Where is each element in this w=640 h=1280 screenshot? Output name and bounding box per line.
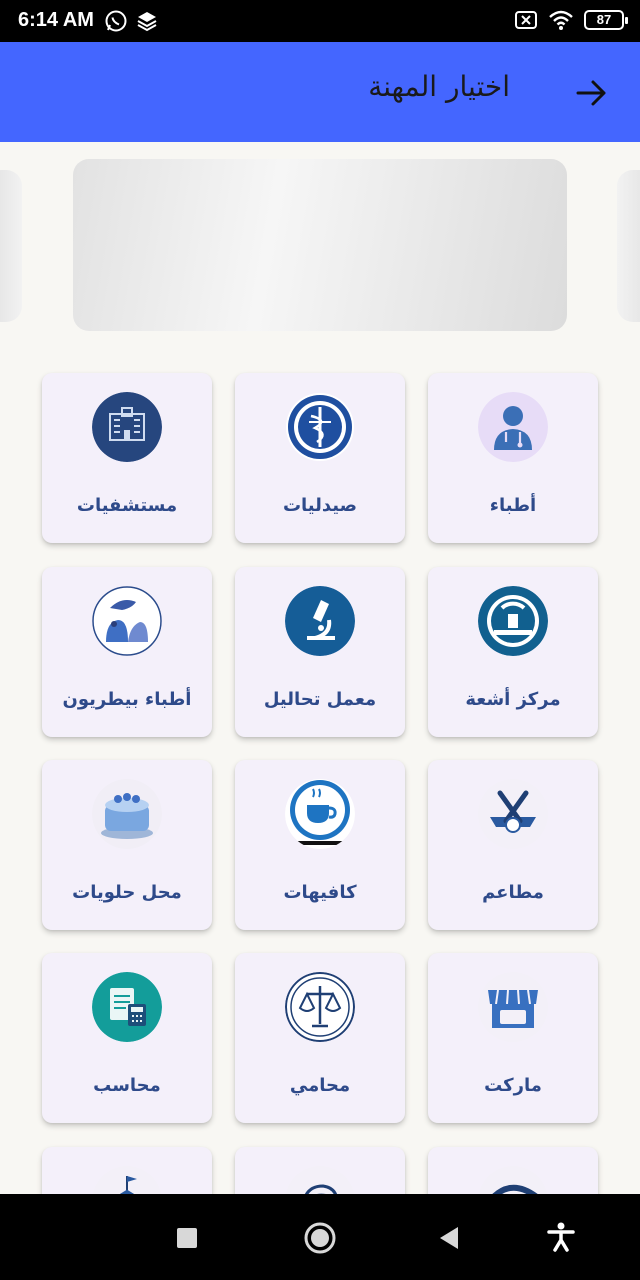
category-label: مركز أشعة xyxy=(465,689,561,710)
restaurant-icon xyxy=(478,779,548,849)
category-card-pharmacies[interactable]: صيدليات xyxy=(235,373,405,543)
coffee-cup-icon xyxy=(285,779,355,849)
category-label: أطباء بيطريون xyxy=(62,689,192,710)
school-icon xyxy=(92,1166,162,1194)
radiology-icon xyxy=(478,586,548,656)
scales-of-justice-icon xyxy=(285,972,355,1042)
wave-icon xyxy=(478,1166,548,1194)
system-nav-bar xyxy=(0,1194,640,1280)
category-label: محاسب xyxy=(93,1075,161,1096)
category-label: ماركت xyxy=(484,1075,542,1096)
category-label: معمل تحاليل xyxy=(263,689,377,710)
category-card-veterinarians[interactable]: أطباء بيطريون xyxy=(42,567,212,737)
category-card-doctors[interactable]: أطباء xyxy=(428,373,598,543)
category-label: صيدليات xyxy=(282,495,358,516)
recent-apps-icon[interactable] xyxy=(176,1227,198,1249)
category-label: مستشفيات xyxy=(76,495,178,516)
pharmacy-icon xyxy=(286,393,354,461)
category-card-cafes[interactable]: كافيهات xyxy=(235,760,405,930)
cake-icon xyxy=(92,779,162,849)
accessibility-icon[interactable] xyxy=(547,1222,575,1252)
category-label: كافيهات xyxy=(283,882,357,903)
category-grid: أطباء صيدليات مستشفيات مركز أشعة معمل تح… xyxy=(0,0,640,1194)
category-card-partial-1[interactable] xyxy=(428,1147,598,1194)
category-card-restaurants[interactable]: مطاعم xyxy=(428,760,598,930)
microscope-icon xyxy=(285,586,355,656)
barber-icon xyxy=(285,1166,355,1194)
category-card-sweets[interactable]: محل حلويات xyxy=(42,760,212,930)
category-label: محامي xyxy=(289,1075,351,1096)
category-label: أطباء xyxy=(489,495,537,516)
category-card-lab[interactable]: معمل تحاليل xyxy=(235,567,405,737)
market-store-icon xyxy=(478,972,548,1042)
category-card-hospitals[interactable]: مستشفيات xyxy=(42,373,212,543)
category-card-accountant[interactable]: محاسب xyxy=(42,953,212,1123)
veterinary-icon xyxy=(92,586,162,656)
category-card-partial-2[interactable] xyxy=(235,1147,405,1194)
category-card-partial-3[interactable] xyxy=(42,1147,212,1194)
accountant-calculator-icon xyxy=(92,972,162,1042)
category-label: مطاعم xyxy=(482,882,544,903)
back-icon[interactable] xyxy=(438,1225,460,1251)
category-card-lawyer[interactable]: محامي xyxy=(235,953,405,1123)
home-icon[interactable] xyxy=(303,1221,337,1255)
doctor-icon xyxy=(478,392,548,462)
category-card-market[interactable]: ماركت xyxy=(428,953,598,1123)
category-card-radiology[interactable]: مركز أشعة xyxy=(428,567,598,737)
category-label: محل حلويات xyxy=(72,882,182,903)
hospital-icon xyxy=(92,392,162,462)
